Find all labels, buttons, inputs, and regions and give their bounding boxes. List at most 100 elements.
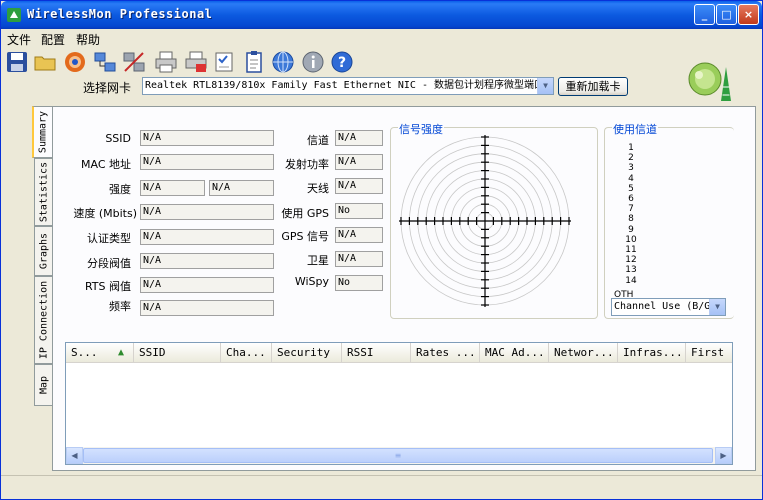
wirelessmon-logo: [688, 62, 731, 101]
tab-ip-connection[interactable]: IP Connection: [34, 276, 52, 364]
save-icon[interactable]: [5, 50, 29, 74]
column-first[interactable]: First: [686, 343, 732, 363]
disconnect-icon[interactable]: [122, 50, 146, 74]
network-list[interactable]: S... ▲ SSID Cha... Security RSSI Rates ..…: [65, 342, 733, 465]
antenna-value: N/A: [335, 178, 383, 194]
channel-usage-title: 使用信道: [612, 121, 658, 137]
menu-bar: 文件 配置 帮助: [1, 29, 762, 47]
column-channel[interactable]: Cha...: [221, 343, 272, 363]
maximize-button[interactable]: □: [716, 4, 737, 25]
column-mac-address[interactable]: MAC Ad...: [480, 343, 549, 363]
info-icon[interactable]: [301, 50, 325, 74]
open-folder-icon[interactable]: [33, 50, 57, 74]
speed-value: N/A: [140, 204, 274, 220]
list-header: S... ▲ SSID Cha... Security RSSI Rates ..…: [66, 343, 732, 363]
channel-number: 7: [628, 204, 634, 215]
channel-list: 1 2 3 4 5 6 7 8 9 10 11 12 13 14: [621, 143, 641, 286]
status-bar: [1, 475, 762, 499]
nic-select-value: Realtek RTL8139/810x Family Fast Etherne…: [145, 80, 544, 91]
field-label: 认证类型: [87, 232, 131, 245]
channel-number: 1: [628, 143, 634, 153]
tab-summary[interactable]: Summary: [32, 106, 52, 158]
channel-number: 13: [625, 265, 637, 276]
minimize-button[interactable]: _: [694, 4, 715, 25]
record-icon[interactable]: [63, 50, 87, 74]
field-label: 使用 GPS: [281, 207, 329, 220]
column-ssid[interactable]: SSID: [134, 343, 221, 363]
column-infrastructure[interactable]: Infras...: [618, 343, 686, 363]
gps-signal-value: N/A: [335, 227, 383, 243]
svg-text:?: ?: [338, 55, 346, 71]
menu-file[interactable]: 文件: [7, 31, 31, 48]
ssid-value: N/A: [140, 130, 274, 146]
chevron-down-icon[interactable]: ▼: [709, 299, 725, 315]
rts-threshold-value: N/A: [140, 277, 274, 293]
tab-statistics[interactable]: Statistics: [34, 158, 52, 226]
toolbar: ?: [1, 47, 762, 77]
field-label: 速度 (Mbits): [73, 207, 137, 220]
field-label: GPS 信号: [281, 230, 329, 243]
auth-type-value: N/A: [140, 229, 274, 245]
print-icon[interactable]: [154, 50, 178, 74]
channel-value: N/A: [335, 130, 383, 146]
signal-radar-chart: [399, 135, 571, 307]
menu-config[interactable]: 配置: [41, 31, 65, 48]
satellite-value: N/A: [335, 251, 383, 267]
horizontal-scrollbar[interactable]: ◀ ≡ ▶: [66, 447, 732, 464]
channel-number: 10: [625, 234, 637, 245]
tab-graphs[interactable]: Graphs: [34, 226, 52, 276]
title-bar[interactable]: WirelessMon Professional _ □ ×: [1, 1, 762, 29]
network-icon[interactable]: [93, 50, 117, 74]
channel-number: 9: [628, 224, 634, 235]
mac-address-value: N/A: [140, 154, 274, 170]
print-settings-icon[interactable]: [184, 50, 208, 74]
field-label: 卫星: [307, 254, 329, 267]
channel-number: 2: [628, 153, 634, 164]
channel-number: 3: [628, 163, 634, 174]
field-label: WiSpy: [294, 275, 329, 288]
chevron-down-icon[interactable]: ▼: [537, 78, 553, 94]
column-rssi[interactable]: RSSI: [342, 343, 411, 363]
field-label: 强度: [109, 183, 131, 196]
use-gps-value: No: [335, 203, 383, 219]
app-window: WirelessMon Professional _ □ × 文件 配置 帮助 …: [0, 0, 763, 500]
sort-arrow-icon: ▲: [118, 347, 125, 358]
channel-number: 8: [628, 214, 634, 225]
vertical-tab-strip: Summary Statistics Graphs IP Connection …: [32, 106, 52, 406]
field-label: SSID: [105, 132, 131, 145]
reload-card-button[interactable]: 重新加载卡: [558, 77, 628, 96]
app-icon: [7, 8, 21, 22]
field-label: 频率: [109, 300, 131, 313]
column-network[interactable]: Networ...: [549, 343, 618, 363]
field-label: MAC 地址: [81, 158, 131, 171]
channel-use-select[interactable]: Channel Use (B/G) ▼: [611, 298, 726, 316]
close-button[interactable]: ×: [738, 4, 759, 25]
scroll-right-icon[interactable]: ▶: [715, 447, 732, 464]
clipboard-icon[interactable]: [242, 50, 266, 74]
nic-select[interactable]: Realtek RTL8139/810x Family Fast Etherne…: [142, 77, 554, 95]
field-label: 信道: [307, 134, 329, 147]
wispy-value: No: [335, 275, 383, 291]
scroll-thumb[interactable]: ≡: [83, 448, 713, 463]
column-rates[interactable]: Rates ...: [411, 343, 480, 363]
strength-value-2: N/A: [209, 180, 274, 196]
frag-threshold-value: N/A: [140, 253, 274, 269]
column-status[interactable]: S... ▲: [66, 343, 134, 363]
window-title: WirelessMon Professional: [27, 7, 213, 21]
column-security[interactable]: Security: [272, 343, 342, 363]
channel-number: 5: [628, 183, 634, 194]
menu-help[interactable]: 帮助: [76, 31, 100, 48]
tab-map[interactable]: Map: [34, 364, 52, 406]
field-label: RTS 阀值: [84, 280, 131, 293]
field-label: 天线: [307, 182, 329, 195]
channel-number: 11: [625, 245, 637, 256]
globe-icon[interactable]: [271, 50, 295, 74]
help-icon[interactable]: ?: [330, 50, 354, 74]
scroll-left-icon[interactable]: ◀: [66, 447, 83, 464]
channel-number: 12: [625, 255, 637, 266]
strength-value: N/A: [140, 180, 205, 196]
tx-power-value: N/A: [335, 154, 383, 170]
checklist-icon[interactable]: [213, 50, 237, 74]
nic-label: 选择网卡: [83, 81, 132, 95]
channel-number: 14: [625, 275, 637, 286]
